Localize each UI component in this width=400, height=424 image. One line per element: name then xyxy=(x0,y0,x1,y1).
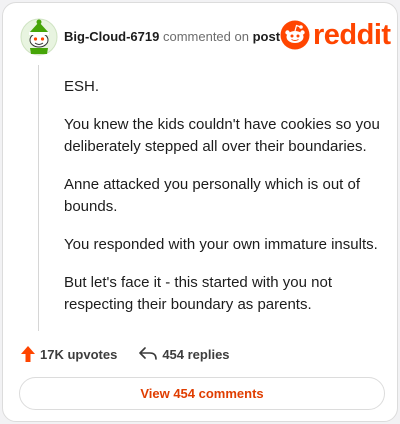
reddit-logo: reddit xyxy=(280,20,391,50)
comment-paragraph: You knew the kids couldn't have cookies … xyxy=(64,116,380,155)
reddit-wordmark: reddit xyxy=(313,19,391,51)
comment-header: Big-Cloud-6719 commented on post xyxy=(64,29,280,45)
comment-actions: 17K upvotes 454 replies xyxy=(21,344,230,364)
reddit-logo-icon xyxy=(280,20,310,50)
replies-button[interactable]: 454 replies xyxy=(139,346,230,362)
user-avatar-icon[interactable] xyxy=(20,18,58,56)
reply-count: 454 replies xyxy=(162,346,230,362)
upvote-button[interactable]: 17K upvotes xyxy=(21,346,117,362)
comment-paragraph: Anne attacked you personally which is ou… xyxy=(64,176,361,215)
username-link[interactable]: Big-Cloud-6719 xyxy=(64,29,159,44)
comment-paragraph: ESH. xyxy=(64,78,100,95)
post-link[interactable]: post xyxy=(253,29,280,44)
thread-line xyxy=(38,65,39,331)
upvote-count: 17K upvotes xyxy=(40,346,118,362)
comment-paragraph: But let's face it - this started with yo… xyxy=(64,274,332,313)
commented-on-label: commented on xyxy=(162,29,249,44)
comment-card: Big-Cloud-6719 commented on post reddit … xyxy=(2,2,398,422)
comment-body: ESH. You knew the kids couldn't have coo… xyxy=(64,76,384,332)
view-comments-button[interactable]: View 454 comments xyxy=(19,377,385,410)
reply-arrow-icon xyxy=(139,347,158,360)
comment-paragraph: You responded with your own immature ins… xyxy=(64,236,378,253)
upvote-arrow-icon xyxy=(21,346,35,362)
